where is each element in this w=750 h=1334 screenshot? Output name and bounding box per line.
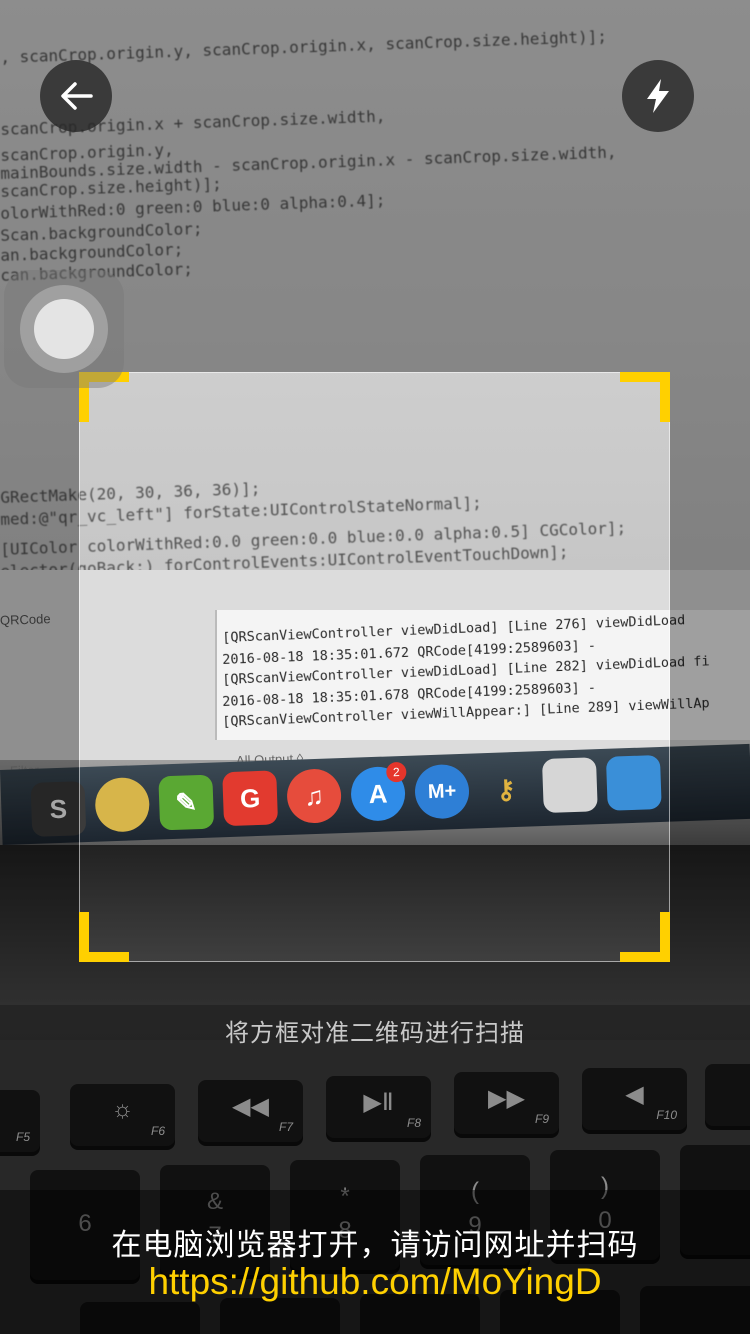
scan-corner-bottom-right: [620, 912, 670, 962]
github-url-link[interactable]: https://github.com/MoYingD: [0, 1261, 750, 1303]
scan-corner-bottom-left: [79, 912, 129, 962]
scan-mask-left: [0, 372, 79, 962]
scan-frame: [79, 372, 670, 962]
scan-mask-right: [670, 372, 750, 962]
assistive-touch-dot: [34, 299, 94, 359]
flashlight-button[interactable]: [622, 60, 694, 132]
scan-corner-top-right: [620, 372, 670, 422]
lightning-bolt-icon: [647, 79, 669, 113]
assistive-touch-button[interactable]: [4, 270, 124, 388]
back-button[interactable]: [40, 60, 112, 132]
arrow-left-icon: [61, 82, 93, 110]
instruction-message: 在电脑浏览器打开，请访问网址并扫码: [111, 1228, 639, 1263]
scan-hint: 将方框对准二维码进行扫描: [225, 1019, 525, 1047]
